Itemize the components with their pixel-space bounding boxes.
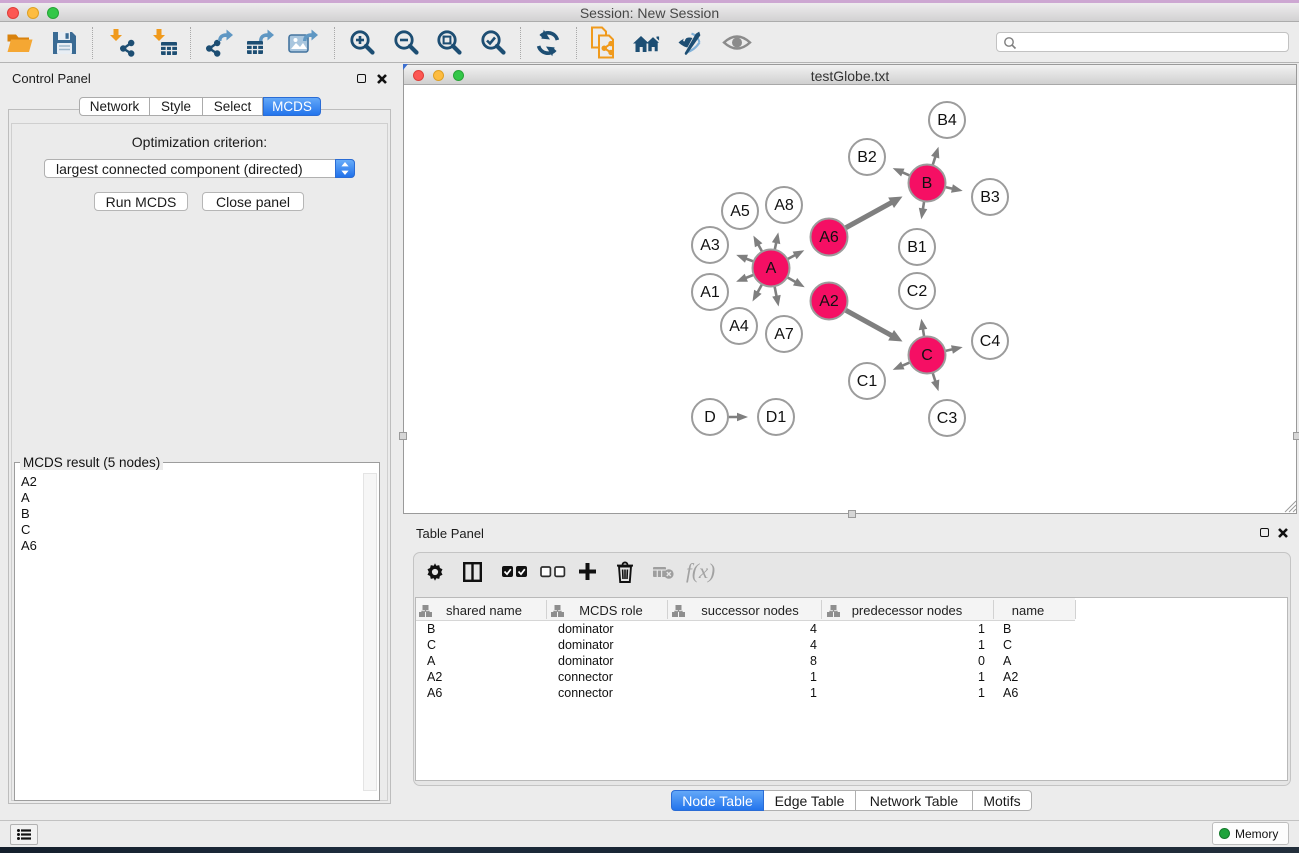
svg-text:B3: B3 — [980, 189, 1000, 206]
svg-text:A7: A7 — [774, 326, 794, 343]
svg-text:C1: C1 — [857, 373, 878, 390]
svg-text:A1: A1 — [700, 284, 720, 301]
svg-text:D1: D1 — [766, 409, 787, 426]
svg-text:A2: A2 — [819, 293, 839, 310]
svg-text:C2: C2 — [907, 283, 928, 300]
svg-text:B: B — [922, 175, 933, 192]
svg-text:B1: B1 — [907, 239, 927, 256]
svg-text:D: D — [704, 409, 716, 426]
svg-text:A8: A8 — [774, 197, 794, 214]
svg-text:B4: B4 — [937, 112, 957, 129]
svg-text:A5: A5 — [730, 203, 750, 220]
svg-text:C: C — [921, 347, 933, 364]
svg-text:B2: B2 — [857, 149, 877, 166]
svg-text:A6: A6 — [819, 229, 839, 246]
svg-text:A3: A3 — [700, 237, 720, 254]
svg-text:C3: C3 — [937, 410, 958, 427]
svg-text:C4: C4 — [980, 333, 1001, 350]
svg-text:A4: A4 — [729, 318, 749, 335]
svg-text:A: A — [766, 260, 777, 277]
